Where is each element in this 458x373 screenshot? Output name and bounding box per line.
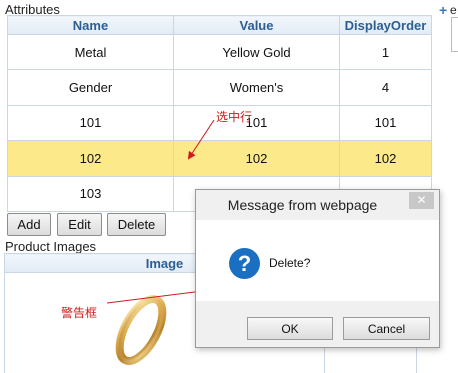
add-button[interactable]: Add [7,213,51,236]
cell-name: 103 [7,175,174,212]
dialog-title: Message from webpage [227,197,378,213]
table-row[interactable]: Gender Women's 4 [7,69,432,106]
product-images-title: Product Images [5,239,97,254]
edit-button[interactable]: Edit [57,213,102,236]
expand-plus-icon[interactable]: + [439,2,447,18]
delete-button[interactable]: Delete [107,213,166,236]
column-header-value[interactable]: Value [173,15,340,35]
cell-name: 102 [7,140,174,177]
close-icon[interactable]: ✕ [409,192,434,209]
cell-displayorder: 4 [339,69,432,106]
table-row-selected[interactable]: 102 102 102 [7,140,432,177]
side-panel-box [451,17,458,52]
cell-name: 101 [7,104,174,142]
column-header-name[interactable]: Name [7,15,174,35]
cell-name: Gender [7,69,174,106]
cell-displayorder: 101 [339,104,432,142]
annotation-selected-row: 选中行 [216,110,253,124]
cell-value: Yellow Gold [173,33,340,71]
side-panel-label: e [450,3,457,17]
gold-ring-image[interactable] [106,292,176,367]
cell-value: 102 [173,140,340,177]
table-row[interactable]: Metal Yellow Gold 1 [7,33,432,71]
dialog-body: ? Delete? [196,220,439,301]
cell-value: Women's [173,69,340,106]
cell-displayorder: 102 [339,140,432,177]
cell-displayorder: 1 [339,33,432,71]
cell-name: Metal [7,33,174,71]
annotation-alert-box: 警告框 [61,306,98,320]
message-dialog[interactable]: Message from webpage ✕ ? Delete? OK Canc… [195,189,440,348]
column-header-displayorder[interactable]: DisplayOrder [339,15,432,35]
ok-button[interactable]: OK [247,317,333,340]
dialog-message: Delete? [269,256,311,270]
cell-value: 101 [173,104,340,142]
cancel-button[interactable]: Cancel [343,317,430,340]
question-icon: ? [229,248,260,279]
